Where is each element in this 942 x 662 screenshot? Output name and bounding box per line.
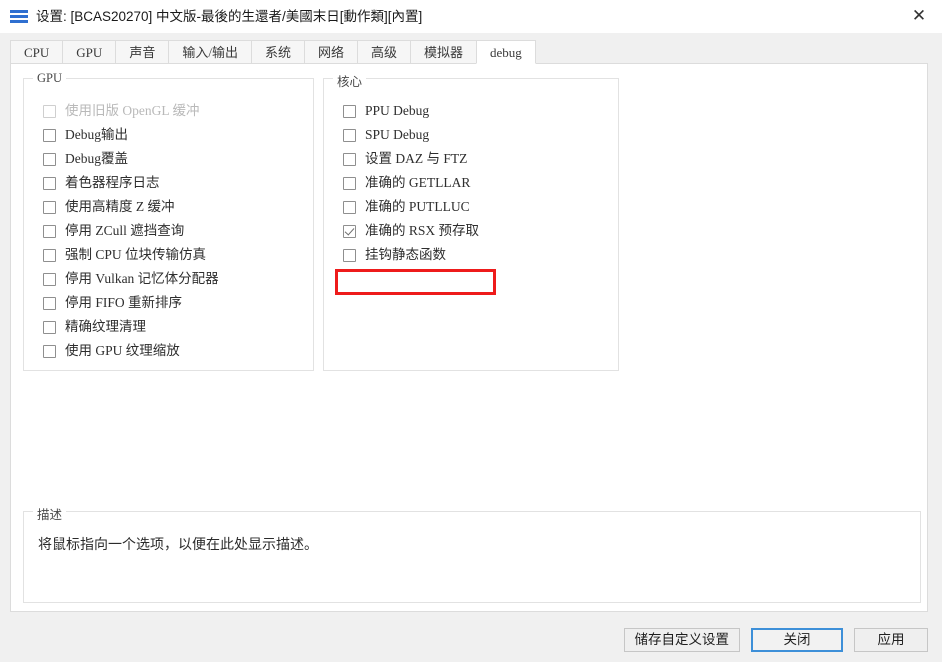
core-group-legend: 核心 <box>333 71 367 90</box>
checkbox-row-accurate-putlluc[interactable]: 准确的 PUTLLUC <box>343 195 618 219</box>
checkbox-label: 挂钩静态函数 <box>365 247 446 262</box>
tab-network[interactable]: 网络 <box>303 40 358 64</box>
tab-advanced[interactable]: 高级 <box>356 40 411 64</box>
apply-button[interactable]: 应用 <box>854 628 928 652</box>
settings-lines-icon <box>10 9 28 25</box>
checkbox-row-strict-texture-flushing[interactable]: 精确纹理清理 <box>43 315 313 339</box>
checkbox-row-set-daz-and-ftz[interactable]: 设置 DAZ 与 FTZ <box>343 147 618 171</box>
checkbox-label: 强制 CPU 位块传输仿真 <box>65 247 207 262</box>
tab-cpu[interactable]: CPU <box>10 40 64 64</box>
checkbox-label: SPU Debug <box>365 127 430 142</box>
tab-panel-debug: GPU 使用旧版 OpenGL 缓冲 Debug输出 Debug覆盖 着色器程序… <box>10 63 928 612</box>
checkbox-debug-output[interactable] <box>43 128 56 142</box>
close-icon[interactable]: ✕ <box>896 0 942 33</box>
checkbox-spu-debug[interactable] <box>343 128 356 142</box>
checkbox-row-disable-vulkan-memory-allocator[interactable]: 停用 Vulkan 记忆体分配器 <box>43 267 313 291</box>
checkbox-label: 准确的 GETLLAR <box>365 175 471 190</box>
tab-bar: CPU GPU 声音 输入/输出 系统 网络 高级 模拟器 debug <box>10 40 536 64</box>
checkbox-disable-zcull-occlusion-queries[interactable] <box>43 224 56 238</box>
tab-audio[interactable]: 声音 <box>115 40 170 64</box>
checkbox-debug-overlay[interactable] <box>43 152 56 166</box>
checkbox-strict-texture-flushing[interactable] <box>43 320 56 334</box>
checkbox-row-accurate-getllar[interactable]: 准确的 GETLLAR <box>343 171 618 195</box>
checkbox-label: 精确纹理清理 <box>65 319 146 334</box>
checkbox-label: Debug输出 <box>65 127 128 142</box>
description-group-legend: 描述 <box>33 504 67 523</box>
checkbox-row-gpu-texture-scaling[interactable]: 使用 GPU 纹理缩放 <box>43 339 313 363</box>
checkbox-label: 使用 GPU 纹理缩放 <box>65 343 180 358</box>
save-custom-configuration-button[interactable]: 储存自定义设置 <box>623 628 740 652</box>
core-checkbox-list: PPU Debug SPU Debug 设置 DAZ 与 FTZ 准确的 GET… <box>324 99 618 267</box>
title-bar: 设置: [BCAS20270] 中文版-最後的生還者/美國末日[動作類][內置]… <box>0 0 942 33</box>
gpu-checkbox-list: 使用旧版 OpenGL 缓冲 Debug输出 Debug覆盖 着色器程序日志 使 <box>24 99 313 363</box>
tab-debug[interactable]: debug <box>476 40 536 64</box>
checkbox-label: 停用 FIFO 重新排序 <box>65 295 183 310</box>
footer-button-bar: 储存自定义设置 关闭 应用 <box>0 618 942 662</box>
checkbox-row-spu-debug[interactable]: SPU Debug <box>343 123 618 147</box>
checkbox-ppu-debug[interactable] <box>343 104 356 118</box>
checkbox-label: PPU Debug <box>365 103 430 118</box>
checkbox-row-high-precision-z-buffer[interactable]: 使用高精度 Z 缓冲 <box>43 195 313 219</box>
settings-window: 设置: [BCAS20270] 中文版-最後的生還者/美國末日[動作類][內置]… <box>0 0 942 662</box>
checkbox-label: 停用 ZCull 遮挡查询 <box>65 223 185 238</box>
checkbox-row-force-cpu-blit-emulation[interactable]: 强制 CPU 位块传输仿真 <box>43 243 313 267</box>
checkbox-shader-program-log[interactable] <box>43 176 56 190</box>
checkbox-disable-vulkan-memory-allocator[interactable] <box>43 272 56 286</box>
checkbox-row-shader-program-log[interactable]: 着色器程序日志 <box>43 171 313 195</box>
checkbox-label: 使用旧版 OpenGL 缓冲 <box>65 103 200 118</box>
close-button[interactable]: 关闭 <box>751 628 843 652</box>
checkbox-force-cpu-blit-emulation[interactable] <box>43 248 56 262</box>
tab-emulator[interactable]: 模拟器 <box>410 40 478 64</box>
checkbox-label: 准确的 RSX 预存取 <box>365 223 480 238</box>
checkbox-row-hook-static-functions[interactable]: 挂钩静态函数 <box>343 243 618 267</box>
checkbox-row-disable-fifo-reordering[interactable]: 停用 FIFO 重新排序 <box>43 291 313 315</box>
checkbox-set-daz-and-ftz[interactable] <box>343 152 356 166</box>
checkbox-row-legacy-opengl-buffers[interactable]: 使用旧版 OpenGL 缓冲 <box>43 99 313 123</box>
tab-system[interactable]: 系统 <box>250 40 305 64</box>
description-text: 将鼠标指向一个选项，以便在此处显示描述。 <box>38 538 318 553</box>
gpu-group-legend: GPU <box>33 71 67 86</box>
description-group-box: 描述 将鼠标指向一个选项，以便在此处显示描述。 <box>23 504 921 603</box>
checkbox-label: 准确的 PUTLLUC <box>365 199 470 214</box>
core-group-box: 核心 PPU Debug SPU Debug 设置 DAZ 与 FTZ 准确的 … <box>323 71 619 371</box>
checkbox-label: 设置 DAZ 与 FTZ <box>365 151 468 166</box>
checkbox-label: 着色器程序日志 <box>65 175 160 190</box>
tab-gpu[interactable]: GPU <box>62 40 117 64</box>
checkbox-accurate-getllar[interactable] <box>343 176 356 190</box>
checkbox-legacy-opengl-buffers[interactable] <box>43 104 56 118</box>
checkbox-hook-static-functions[interactable] <box>343 248 356 262</box>
checkbox-label: 停用 Vulkan 记忆体分配器 <box>65 271 219 286</box>
checkbox-row-accurate-rsx-reservation-access[interactable]: 准确的 RSX 预存取 <box>343 219 618 243</box>
checkbox-accurate-rsx-reservation-access[interactable] <box>343 224 356 238</box>
checkbox-row-debug-output[interactable]: Debug输出 <box>43 123 313 147</box>
checkbox-accurate-putlluc[interactable] <box>343 200 356 214</box>
red-highlight-annotation <box>335 269 496 295</box>
tab-io[interactable]: 输入/输出 <box>168 40 252 64</box>
checkbox-gpu-texture-scaling[interactable] <box>43 344 56 358</box>
checkbox-high-precision-z-buffer[interactable] <box>43 200 56 214</box>
checkbox-row-ppu-debug[interactable]: PPU Debug <box>343 99 618 123</box>
checkbox-row-disable-zcull-occlusion-queries[interactable]: 停用 ZCull 遮挡查询 <box>43 219 313 243</box>
checkbox-label: Debug覆盖 <box>65 151 128 166</box>
window-title: 设置: [BCAS20270] 中文版-最後的生還者/美國末日[動作類][內置] <box>36 9 423 24</box>
checkbox-disable-fifo-reordering[interactable] <box>43 296 56 310</box>
gpu-group-box: GPU 使用旧版 OpenGL 缓冲 Debug输出 Debug覆盖 着色器程序… <box>23 71 314 371</box>
checkbox-label: 使用高精度 Z 缓冲 <box>65 199 175 214</box>
checkbox-row-debug-overlay[interactable]: Debug覆盖 <box>43 147 313 171</box>
